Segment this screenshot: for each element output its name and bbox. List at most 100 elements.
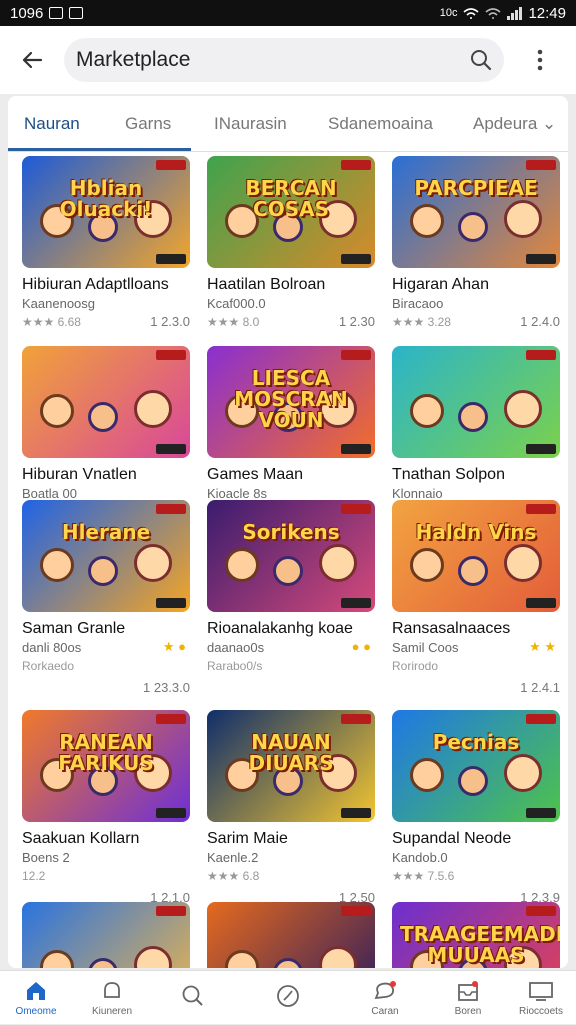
monitor-icon — [529, 981, 553, 1001]
app-name[interactable]: Games Maan — [207, 466, 303, 484]
app-thumbnail[interactable]: Pecnias — [392, 710, 560, 822]
app-card[interactable]: NAUAN DIUARS Sarim Maie Kaenle.2 ★★★ 6.8 1 2… — [207, 710, 377, 905]
thumbnail-badge — [341, 160, 371, 170]
nav-inbox-label: Boren — [454, 1005, 482, 1017]
thumbnail-title: Sorikens — [242, 520, 340, 544]
app-card[interactable]: RANEAN FARIKUS Saakuan Kollarn Boens 2 12.2… — [22, 710, 192, 905]
app-name[interactable]: Hibiuran Adaptlloans — [22, 276, 169, 294]
app-thumbnail[interactable]: NAUAN DIUARS — [207, 710, 375, 822]
tab-garns[interactable]: Garns — [125, 114, 171, 134]
app-publisher: daanao0s — [207, 640, 265, 655]
thumbnail-badge — [341, 598, 371, 608]
thumbnail-title: PARCPIEAE — [414, 176, 538, 200]
nav-chat[interactable]: Caran — [349, 971, 421, 1025]
nav-home[interactable]: Omeome — [0, 971, 72, 1025]
app-card[interactable]: Hblian Oluacki! Hibiuran Adaptlloans Kaane… — [22, 156, 192, 336]
character-art — [134, 390, 172, 428]
character-art — [134, 544, 172, 582]
nav-recent-label: Rioccoets — [519, 1005, 563, 1017]
nav-search[interactable] — [157, 971, 229, 1025]
thumbnail-badge — [156, 444, 186, 454]
app-thumbnail[interactable] — [22, 346, 190, 458]
thumbnail-title: LIESCA MOSCRAN VOUN — [234, 366, 348, 432]
thumbnail-badge — [526, 808, 556, 818]
app-thumbnail[interactable]: Haldn Vins — [392, 500, 560, 612]
app-name[interactable]: Hiburan Vnatlen — [22, 466, 137, 484]
tab-inaurasin[interactable]: INaurasin — [214, 114, 287, 134]
app-thumbnail[interactable]: TRAAGEEMADE MUUAAS — [392, 902, 560, 968]
app-card[interactable]: LIESCA MOSCRAN VOUNGames MaanKioacle 8s★… — [207, 346, 377, 526]
app-name[interactable]: Haatilan Bolroan — [207, 276, 325, 294]
thumbnail-badge — [526, 598, 556, 608]
app-card[interactable]: Tnathan SolponKlonnaio★★★ 3.381 2.3.2 — [392, 346, 562, 526]
status-bar: 1096 10c 12:49 — [0, 0, 576, 26]
thumbnail-title: BERCAN COSAS — [245, 176, 337, 221]
inbox-icon — [458, 980, 478, 1001]
character-art — [88, 402, 118, 432]
app-thumbnail[interactable]: Hlerane — [22, 500, 190, 612]
app-name[interactable]: Rioanalakanhg koae — [207, 620, 353, 638]
app-card[interactable] — [22, 902, 192, 968]
app-thumbnail[interactable]: Hblian Oluacki! — [22, 156, 190, 268]
network-label: 10c — [439, 7, 458, 19]
app-rating: ★★★ 8.0 — [207, 315, 260, 329]
app-thumbnail[interactable]: BERCAN COSAS — [207, 156, 375, 268]
app-thumbnail[interactable]: Sorikens — [207, 500, 375, 612]
tab-sdanemoaina[interactable]: Sdanemoaina — [328, 114, 433, 134]
thumbnail-badge — [156, 350, 186, 360]
app-name[interactable]: Saakuan Kollarn — [22, 830, 139, 848]
app-card[interactable] — [207, 902, 377, 968]
app-name[interactable]: Higaran Ahan — [392, 276, 489, 294]
more-options-button[interactable] — [504, 49, 576, 71]
app-card[interactable]: Hlerane Saman Granle danli 80os Rorkaedo 1 2… — [22, 500, 192, 695]
character-art — [410, 758, 444, 792]
thumbnail-badge — [156, 254, 186, 264]
search-icon[interactable] — [470, 49, 492, 71]
app-card[interactable]: Haldn Vins Ransasalnaaces Samil Coos Roriro… — [392, 500, 562, 695]
app-name[interactable]: Saman Granle — [22, 620, 125, 638]
app-price: 1 2.4.0 — [520, 314, 560, 329]
app-name[interactable]: Sarim Maie — [207, 830, 288, 848]
app-thumbnail[interactable] — [207, 902, 375, 968]
nav-inbox[interactable]: Boren — [432, 971, 504, 1025]
thumbnail-badge — [526, 714, 556, 724]
character-art — [458, 766, 488, 796]
search-bar[interactable]: Marketplace — [64, 38, 504, 82]
tab-apdeura-label: Apdeura — [473, 114, 538, 133]
nav-chat-label: Caran — [371, 1005, 399, 1017]
search-icon — [182, 985, 203, 1006]
app-thumbnail[interactable] — [22, 902, 190, 968]
app-name[interactable]: Ransasalnaaces — [392, 620, 510, 638]
signal-icon — [507, 6, 523, 20]
nav-recent[interactable]: Rioccoets — [505, 971, 576, 1025]
marketplace-panel: Nauran Garns INaurasin Sdanemoaina Apdeu… — [8, 96, 568, 968]
nav-notifications[interactable]: Kiuneren — [76, 971, 148, 1025]
app-thumbnail[interactable]: PARCPIEAE — [392, 156, 560, 268]
app-rating: 12.2 — [22, 869, 46, 883]
character-art — [273, 556, 303, 586]
thumbnail-badge — [526, 444, 556, 454]
status-time-right: 12:49 — [528, 4, 566, 22]
tab-nauran[interactable]: Nauran — [24, 114, 80, 134]
app-thumbnail[interactable] — [392, 346, 560, 458]
nav-notifications-label: Kiuneren — [91, 1005, 133, 1017]
app-name[interactable]: Supandal Neode — [392, 830, 511, 848]
arrow-left-icon — [22, 51, 43, 69]
app-card[interactable]: Pecnias Supandal Neode Kandob.0 ★★★ 7.5.6 1 … — [392, 710, 562, 905]
app-card[interactable]: Sorikens Rioanalakanhg koae daanao0s Rarabo… — [207, 500, 377, 680]
active-tab-indicator — [8, 148, 191, 151]
tab-apdeura[interactable]: Apdeura ⌄ — [473, 114, 556, 134]
character-art — [410, 204, 444, 238]
app-card[interactable]: TRAAGEEMADE MUUAAS — [392, 902, 562, 968]
app-price: 1 2.30 — [338, 314, 375, 329]
nav-explore[interactable] — [252, 971, 324, 1025]
rating-stars: ● ● — [351, 639, 371, 654]
app-publisher: Kioacle 8s — [207, 486, 267, 501]
app-card[interactable]: Hiburan VnatlenBoatla 00★★★ 6.501 2.2.5 — [22, 346, 192, 526]
app-card[interactable]: PARCPIEAE Higaran Ahan Biracaoo ★★★ 3.28 1 2… — [392, 156, 562, 336]
app-thumbnail[interactable]: LIESCA MOSCRAN VOUN — [207, 346, 375, 458]
app-card[interactable]: BERCAN COSAS Haatilan Bolroan Kcaf000.0 ★★★… — [207, 156, 377, 336]
app-thumbnail[interactable]: RANEAN FARIKUS — [22, 710, 190, 822]
back-button[interactable] — [0, 26, 64, 94]
app-name[interactable]: Tnathan Solpon — [392, 466, 505, 484]
